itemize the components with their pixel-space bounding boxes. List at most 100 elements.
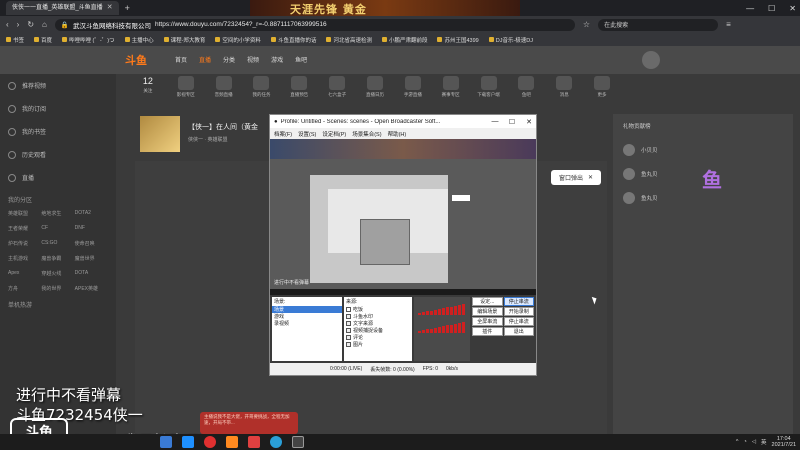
clock[interactable]: 17:04 2021/7/21 (772, 436, 796, 448)
maximize-icon[interactable]: ☐ (505, 118, 519, 126)
category-item[interactable]: 12 关注 (135, 76, 161, 108)
category-item[interactable]: 手游直播 (400, 76, 426, 108)
popout-button[interactable]: 窗口弹出 ✕ (551, 170, 601, 185)
nav-item[interactable]: 游戏 (271, 55, 283, 64)
douyu-logo[interactable]: 斗鱼 (125, 52, 147, 68)
start-icon[interactable] (160, 436, 172, 448)
sidebar-item[interactable]: 推荐视频 (0, 74, 116, 97)
sidebar-category-link[interactable]: 主机游戏 (8, 255, 41, 262)
bookmark-item[interactable]: DJ音乐-极速DJ (488, 36, 533, 44)
exit-button[interactable]: 退出 (503, 327, 534, 336)
nav-item[interactable]: 首页 (175, 55, 187, 64)
bookmark-item[interactable]: 书签 (6, 36, 24, 44)
sidebar-category-link[interactable]: 魔兽争霸 (41, 255, 74, 262)
category-item[interactable]: 下载客户端 (476, 76, 502, 108)
bookmark-item[interactable]: 课程-郑大教育 (163, 36, 205, 44)
plugins-button[interactable]: 插件 (472, 327, 503, 336)
app-icon[interactable] (226, 436, 238, 448)
sidebar-category-link[interactable]: CF (41, 225, 74, 232)
category-item[interactable]: 我的任务 (249, 76, 275, 108)
sidebar-item[interactable]: 我的书签 (0, 120, 116, 143)
browser-search-input[interactable]: 在此搜索 (598, 18, 719, 31)
category-item[interactable]: 七六盒子 (324, 76, 350, 108)
sidebar-category-link[interactable]: 方舟 (8, 285, 41, 292)
sidebar-category-link[interactable]: 魔兽世界 (75, 255, 108, 262)
maximize-icon[interactable]: ☐ (768, 4, 775, 13)
close-tab-icon[interactable]: ✕ (107, 1, 113, 15)
home-icon[interactable]: ⌂ (42, 20, 47, 29)
url-input[interactable]: 🔒 武汉斗鱼网络科技有限公司 https://www.douyu.com/723… (54, 18, 575, 31)
source-item[interactable]: 吃饭 (344, 306, 412, 313)
nav-item[interactable]: 直播 (199, 55, 211, 64)
back-icon[interactable]: ‹ (6, 20, 9, 29)
streamer-avatar[interactable] (140, 116, 180, 152)
obs-menu-item[interactable]: 设置(S) (298, 130, 316, 138)
sidebar-category-link[interactable]: 英雄联盟 (8, 210, 41, 217)
stop-stream-button[interactable]: 停止串流 (503, 297, 534, 306)
sidebar-item[interactable]: 历史观看 (0, 143, 116, 166)
sidebar-category-link[interactable]: 王者荣耀 (8, 225, 41, 232)
volume-icon[interactable]: ◁ (752, 439, 756, 445)
bookmark-item[interactable]: 苏州王国4399 (437, 36, 479, 44)
close-window-icon[interactable]: ✕ (789, 4, 796, 13)
forward-icon[interactable]: › (17, 20, 20, 29)
sidebar-category-link[interactable]: 绝地求生 (41, 210, 74, 217)
netease-icon[interactable] (204, 436, 216, 448)
sidebar-category-link[interactable]: CS:GO (41, 240, 74, 247)
nav-item[interactable]: 分类 (223, 55, 235, 64)
category-item[interactable]: 影视专区 (173, 76, 199, 108)
category-item[interactable]: 直播预告 (286, 76, 312, 108)
reload-icon[interactable]: ↻ (27, 20, 34, 29)
bookmark-item[interactable]: 空间的小学资料 (215, 36, 261, 44)
category-item[interactable]: 直播日历 (362, 76, 388, 108)
scene-item[interactable]: 游戏 (272, 313, 342, 320)
source-checkbox[interactable] (346, 335, 351, 340)
source-checkbox[interactable] (346, 342, 351, 347)
video-icon[interactable] (248, 436, 260, 448)
ad-banner[interactable]: 天涯先锋 黄金 (250, 0, 520, 16)
bookmark-item[interactable]: 主播中心 (124, 36, 154, 44)
sidebar-category-link[interactable]: APEX英雄 (75, 285, 108, 292)
bookmark-item[interactable]: 斗鱼直播你的话 (270, 36, 316, 44)
sidebar-category-link[interactable]: 炉石传说 (8, 240, 41, 247)
sidebar-category-link[interactable]: DNF (75, 225, 108, 232)
star-icon[interactable]: ☆ (583, 20, 590, 29)
source-checkbox[interactable] (346, 321, 351, 326)
category-item[interactable]: 音频直播 (211, 76, 237, 108)
source-item[interactable]: 图片 (344, 341, 412, 348)
browser-tab[interactable]: 侠侠一一直播_英雄联盟_斗鱼直播 ✕ (6, 1, 119, 15)
chevron-up-icon[interactable]: ^ (736, 439, 739, 445)
minimize-icon[interactable]: — (488, 118, 502, 125)
obs-task-icon[interactable] (292, 436, 304, 448)
bookmark-item[interactable]: 百度 (34, 36, 52, 44)
edge-icon[interactable] (182, 436, 194, 448)
start-record-button[interactable]: 开始录制 (503, 307, 534, 316)
obs-menu-item[interactable]: 场景集合(S) (352, 130, 381, 138)
scene-item[interactable]: 场景 (272, 306, 342, 313)
edit-scene-button[interactable]: 编辑场景 (472, 307, 503, 316)
scene-item[interactable]: 录视频 (272, 320, 342, 327)
menu-icon[interactable]: ≡ (726, 20, 731, 29)
ime-label[interactable]: 英 (761, 438, 767, 446)
category-item[interactable]: 更多 (589, 76, 615, 108)
sidebar-item[interactable]: 我的订阅 (0, 97, 116, 120)
settings-button[interactable]: 设定... (472, 297, 503, 306)
source-item[interactable]: 评论 (344, 334, 412, 341)
rank-row[interactable]: 小贝贝 (613, 138, 793, 162)
minimize-icon[interactable]: — (746, 4, 754, 13)
audio-mixer[interactable] (414, 297, 470, 361)
source-checkbox[interactable] (346, 314, 351, 319)
sidebar-category-link[interactable]: 穿越火线 (41, 270, 74, 277)
nav-item[interactable]: 鱼吧 (295, 55, 307, 64)
scenes-list[interactable]: 场景: 场景 游戏 录视频 (272, 297, 342, 361)
sidebar-category-link[interactable]: 我的世界 (41, 285, 74, 292)
source-checkbox[interactable] (346, 328, 351, 333)
source-checkbox[interactable] (346, 307, 351, 312)
stop-preview-button[interactable]: 停止串流 (503, 317, 534, 326)
obs-menu-item[interactable]: 档案(F) (274, 130, 292, 138)
wifi-icon[interactable]: ◔ (743, 439, 746, 445)
avatar[interactable] (642, 51, 660, 69)
sidebar-category-link[interactable]: Apex (8, 270, 41, 277)
bookmark-item[interactable]: 小鹏严肃翻前段 (381, 36, 427, 44)
close-icon[interactable]: ✕ (522, 118, 536, 126)
